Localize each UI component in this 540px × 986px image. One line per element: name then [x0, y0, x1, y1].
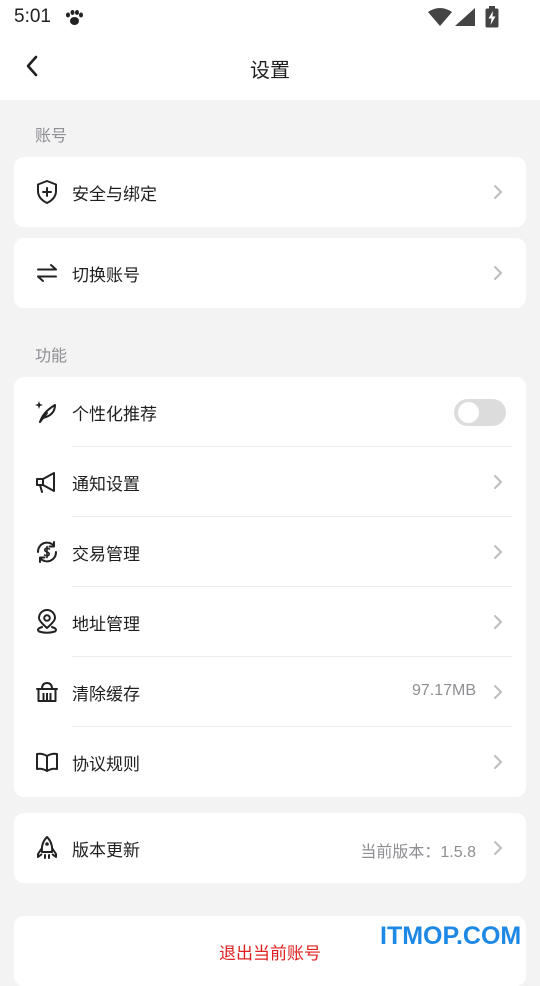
cache-size-value: 97.17MB [411, 682, 476, 699]
row-label: 清除缓存 [72, 685, 140, 705]
row-switch-account[interactable]: 切换账号 [14, 238, 526, 308]
chevron-right-icon [492, 753, 504, 771]
card-security: 安全与绑定 [14, 157, 526, 227]
section-label-account: 账号 [35, 126, 68, 145]
current-version-value: 当前版本：1.5.8 [360, 844, 476, 861]
row-personalized-recommend: 个性化推荐 [14, 377, 526, 447]
row-address-management[interactable]: 地址管理 [14, 587, 526, 657]
card-switch-account: 切换账号 [14, 238, 526, 308]
row-label: 切换账号 [72, 266, 140, 286]
row-notification-settings[interactable]: 通知设置 [14, 447, 526, 517]
megaphone-icon [34, 469, 60, 495]
open-book-icon [34, 749, 60, 775]
watermark: ITMOP.COM [380, 922, 522, 950]
row-clear-cache[interactable]: 清除缓存 97.17MB [14, 657, 526, 727]
currency-cycle-icon [34, 539, 60, 565]
rocket-icon [34, 835, 60, 861]
row-transaction-management[interactable]: 交易管理 [14, 517, 526, 587]
row-label: 协议规则 [72, 755, 140, 775]
chevron-right-icon [492, 183, 504, 201]
row-version-update[interactable]: 版本更新 当前版本：1.5.8 [14, 813, 526, 883]
toggle-knob [458, 402, 479, 423]
nav-bar: 设置 [0, 36, 540, 100]
swap-arrows-icon [34, 260, 60, 286]
feather-sparkle-icon [34, 399, 60, 425]
wifi-icon [428, 8, 452, 30]
row-label: 版本更新 [72, 841, 140, 861]
section-label-features: 功能 [35, 346, 68, 365]
page-title: 设置 [250, 58, 290, 82]
basket-icon [34, 679, 60, 705]
chevron-right-icon [492, 613, 504, 631]
row-security-binding[interactable]: 安全与绑定 [14, 157, 526, 227]
chevron-right-icon [492, 683, 504, 701]
status-time: 5:01 [14, 6, 51, 27]
row-agreement-rules[interactable]: 协议规则 [14, 727, 526, 797]
chevron-right-icon [492, 473, 504, 491]
signal-icon [455, 8, 475, 30]
shield-plus-icon [34, 179, 60, 205]
card-version: 版本更新 当前版本：1.5.8 [14, 813, 526, 883]
row-label: 安全与绑定 [72, 185, 157, 205]
personalized-recommend-toggle[interactable] [454, 399, 506, 426]
card-features: 个性化推荐 通知设置 交易管理 地址管理 清除缓存 97.17MB 协议规则 [14, 377, 526, 797]
paw-icon [64, 10, 84, 30]
row-label: 个性化推荐 [72, 405, 157, 425]
row-label: 交易管理 [72, 545, 140, 565]
status-bar: 5:01 [0, 0, 540, 36]
battery-charging-icon [485, 6, 499, 32]
chevron-right-icon [492, 264, 504, 282]
row-label: 地址管理 [72, 615, 140, 635]
location-pin-icon [34, 609, 60, 635]
row-label: 通知设置 [72, 475, 140, 495]
chevron-right-icon [492, 543, 504, 561]
chevron-right-icon [492, 839, 504, 857]
